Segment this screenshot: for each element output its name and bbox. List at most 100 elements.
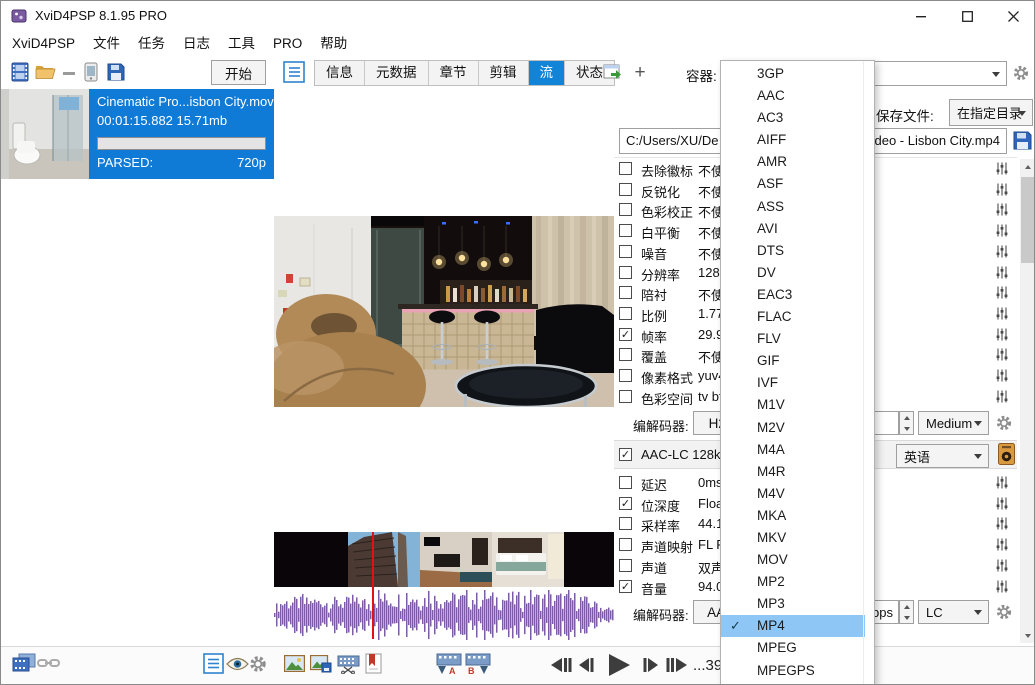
setting-value[interactable]: 0ms <box>698 475 723 490</box>
next-scene-button[interactable] <box>665 656 689 674</box>
checkbox[interactable]: ✓ <box>619 497 632 510</box>
container-option-M4V[interactable]: M4V <box>721 483 865 505</box>
join-files-button[interactable] <box>12 653 36 673</box>
close-button[interactable] <box>990 1 1035 31</box>
checkbox[interactable] <box>619 266 632 279</box>
container-option-MOV[interactable]: MOV <box>721 549 865 571</box>
checkbox[interactable]: ✓ <box>619 580 632 593</box>
checkbox[interactable] <box>619 559 632 572</box>
container-option-AAC[interactable]: AAC <box>721 85 865 107</box>
speaker-icon[interactable] <box>998 443 1015 465</box>
container-option-M2V[interactable]: M2V <box>721 417 865 439</box>
screenshot-button[interactable] <box>284 655 305 672</box>
device-button[interactable] <box>84 62 98 82</box>
video-bitrate-spinner[interactable] <box>899 411 914 435</box>
slider-icon[interactable] <box>995 328 1009 346</box>
file-list-item[interactable]: Cinematic Pro...isbon City.mov 00:01:15.… <box>1 89 274 179</box>
menu-item-7[interactable]: 帮助 <box>311 31 356 56</box>
save-path-button[interactable] <box>1012 130 1033 151</box>
slider-icon[interactable] <box>995 348 1009 366</box>
tab-剪辑[interactable]: 剪辑 <box>479 61 529 85</box>
container-option-FLAC[interactable]: FLAC <box>721 306 865 328</box>
slider-icon[interactable] <box>995 224 1009 242</box>
checkbox[interactable]: ✓ <box>619 328 632 341</box>
container-option-M1V[interactable]: M1V <box>721 394 865 416</box>
container-option-MPEGTS[interactable]: MPEGTS <box>721 682 865 685</box>
tab-章节[interactable]: 章节 <box>429 61 479 85</box>
open-folder-button[interactable] <box>35 64 56 80</box>
menu-item-3[interactable]: 任务 <box>129 31 174 56</box>
log-button[interactable] <box>283 61 305 83</box>
preview-eye-button[interactable] <box>226 657 249 671</box>
timeline-filmstrip[interactable] <box>274 532 614 592</box>
scroll-down-button[interactable] <box>1020 628 1035 643</box>
slider-icon[interactable] <box>995 538 1009 556</box>
remove-file-button[interactable] <box>62 66 76 80</box>
container-option-MKV[interactable]: MKV <box>721 527 865 549</box>
save-frame-button[interactable] <box>310 655 332 673</box>
checkbox[interactable] <box>619 203 632 216</box>
container-option-FLV[interactable]: FLV <box>721 328 865 350</box>
link-files-button[interactable] <box>37 656 60 670</box>
audio-bitrate-spinner[interactable] <box>899 600 914 624</box>
maximize-button[interactable] <box>944 1 990 31</box>
container-option-MKA[interactable]: MKA <box>721 505 865 527</box>
add-tab-button[interactable]: + <box>629 60 651 86</box>
slider-icon[interactable] <box>995 497 1009 515</box>
video-preset-select[interactable]: Medium <box>918 411 989 435</box>
menu-item-1[interactable]: XviD4PSP <box>3 31 84 56</box>
slider-icon[interactable] <box>995 162 1009 180</box>
checkbox[interactable] <box>619 307 632 320</box>
slider-icon[interactable] <box>995 183 1009 201</box>
prev-scene-button[interactable] <box>549 656 573 674</box>
container-option-GIF[interactable]: GIF <box>721 350 865 372</box>
container-option-ASS[interactable]: ASS <box>721 196 865 218</box>
add-file-button[interactable] <box>11 62 29 82</box>
container-option-AVI[interactable]: AVI <box>721 218 865 240</box>
audio-language-select[interactable]: 英语 <box>896 444 989 468</box>
trim-end-button[interactable]: B <box>465 653 491 675</box>
container-option-EAC3[interactable]: EAC3 <box>721 284 865 306</box>
container-option-3GP[interactable]: 3GP <box>721 63 865 85</box>
trim-start-button[interactable]: A <box>436 653 462 675</box>
slider-icon[interactable] <box>995 203 1009 221</box>
container-option-MPEGPS[interactable]: MPEGPS <box>721 660 865 682</box>
start-button[interactable]: 开始 <box>211 60 266 85</box>
save-mode-select[interactable]: 在指定目录 <box>949 99 1033 126</box>
audio-settings-button[interactable] <box>995 603 1013 621</box>
slider-icon[interactable] <box>995 476 1009 494</box>
tab-流[interactable]: 流 <box>529 61 566 85</box>
minimize-button[interactable] <box>898 1 944 31</box>
menu-item-5[interactable]: 工具 <box>219 31 264 56</box>
slider-icon[interactable] <box>995 390 1009 408</box>
container-option-AMR[interactable]: AMR <box>721 151 865 173</box>
checkbox[interactable] <box>619 162 632 175</box>
chapters-button[interactable] <box>365 653 382 674</box>
play-button[interactable] <box>605 651 633 679</box>
menu-item-2[interactable]: 文件 <box>84 31 129 56</box>
checkbox[interactable] <box>619 390 632 403</box>
checkbox[interactable] <box>619 476 632 489</box>
container-option-MP3[interactable]: MP3 <box>721 593 865 615</box>
container-option-MP4[interactable]: ✓MP4 <box>721 615 865 637</box>
checkbox[interactable] <box>619 245 632 258</box>
slider-icon[interactable] <box>995 559 1009 577</box>
audio-waveform[interactable] <box>274 589 614 646</box>
slider-icon[interactable] <box>995 266 1009 284</box>
checkbox[interactable] <box>619 348 632 361</box>
playhead-marker[interactable] <box>372 532 374 639</box>
new-window-button[interactable] <box>602 61 624 83</box>
tab-元数据[interactable]: 元数据 <box>365 61 429 85</box>
video-settings-button[interactable] <box>995 414 1013 432</box>
slider-icon[interactable] <box>995 307 1009 325</box>
checkbox[interactable] <box>619 286 632 299</box>
slider-icon[interactable] <box>995 580 1009 598</box>
checkbox[interactable] <box>619 369 632 382</box>
slider-icon[interactable] <box>995 245 1009 263</box>
tab-信息[interactable]: 信息 <box>315 61 365 85</box>
slider-icon[interactable] <box>995 286 1009 304</box>
menu-item-6[interactable]: PRO <box>264 31 311 56</box>
audio-profile-select[interactable]: LC <box>918 600 989 624</box>
slider-icon[interactable] <box>995 517 1009 535</box>
container-option-AIFF[interactable]: AIFF <box>721 129 865 151</box>
